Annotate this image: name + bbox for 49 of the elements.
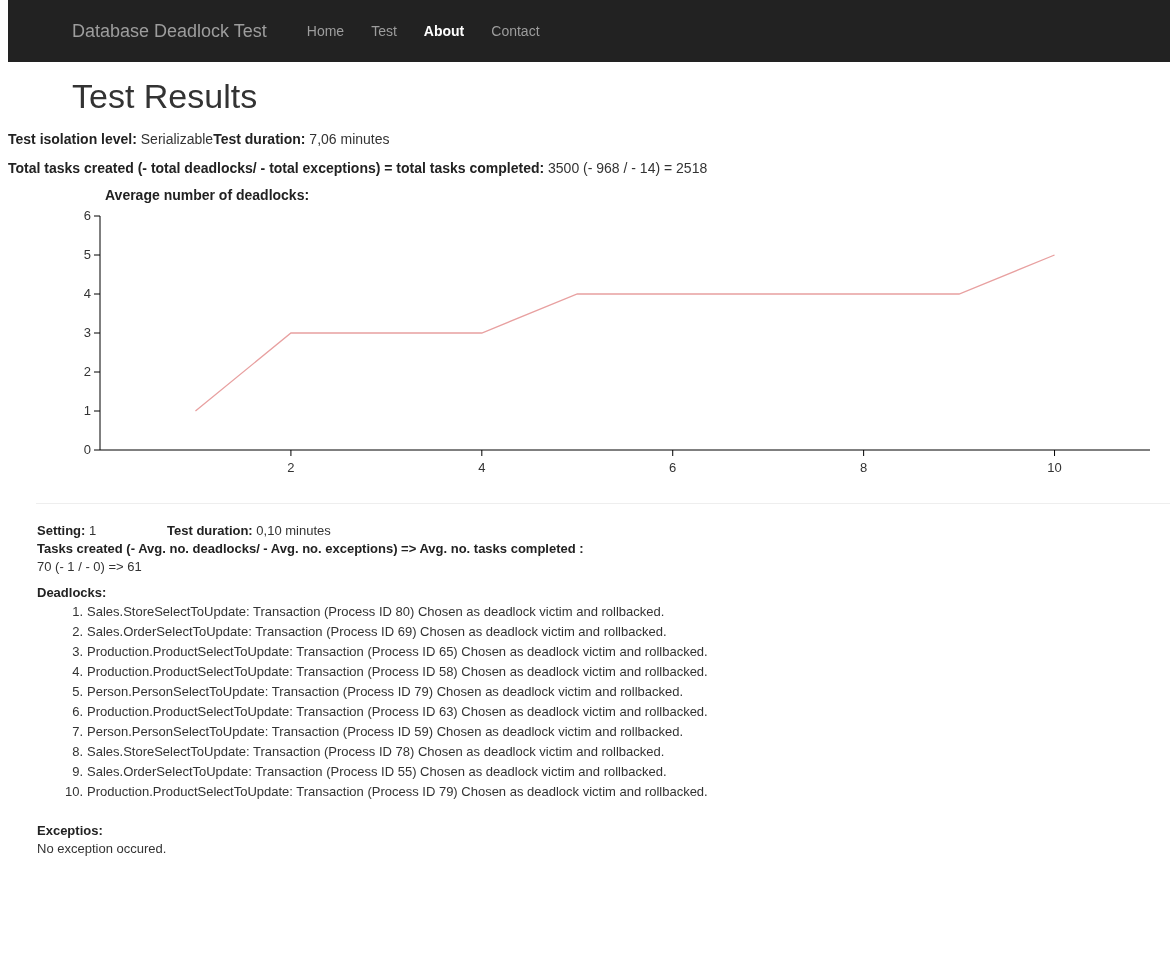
item-number: 1. [71, 603, 84, 622]
nav-link[interactable]: Contact [491, 23, 540, 39]
tasks-value: 70 (- 1 / - 0) => 61 [37, 558, 143, 577]
setting-text: Setting: 1 [37, 522, 98, 541]
tasks-label: Tasks created (- Avg. no. deadlocks/ - Avg. no. exceptions) => Avg. no. tasks completed : [37, 540, 585, 559]
exceptions-text: No exception occured. [37, 840, 168, 859]
item-number: 6. [71, 703, 84, 722]
deadlock-entry: Production.ProductSelectToUpdate: Transaction (Process ID 63) Chosen as deadlock victim and rollbacked. [87, 703, 708, 722]
nav-link[interactable]: Home [306, 23, 345, 39]
test-duration-text: Test duration: 7,06 minutes [213, 131, 390, 148]
tick-label: 3 [83, 325, 91, 341]
tick-label: 10 [1047, 460, 1062, 476]
page-title: Test Results [72, 78, 259, 116]
item-number: 9. [71, 763, 84, 782]
tick-label: 8 [860, 460, 868, 476]
brand-link[interactable]: Database Deadlock Test [72, 20, 267, 42]
tick-label: 4 [478, 460, 486, 476]
tick-label: 6 [669, 460, 677, 476]
totals-text: Total tasks created (- total deadlocks/ - total exceptions) = total tasks completed: 3500 (- 968 / - 14) = 2518 [8, 160, 708, 177]
deadlock-entry: Sales.OrderSelectToUpdate: Transaction (Process ID 55) Chosen as deadlock victim and rollbacked. [87, 763, 667, 782]
deadlock-entry: Production.ProductSelectToUpdate: Transaction (Process ID 58) Chosen as deadlock victim and rollbacked. [87, 663, 708, 682]
item-number: 4. [71, 663, 84, 682]
deadlock-entry: Person.PersonSelectToUpdate: Transaction (Process ID 79) Chosen as deadlock victim and rollbacked. [87, 683, 684, 702]
tick-label: 2 [83, 364, 91, 380]
deadlock-entry: Production.ProductSelectToUpdate: Transaction (Process ID 65) Chosen as deadlock victim and rollbacked. [87, 643, 708, 662]
item-number: 5. [71, 683, 84, 702]
chart-title: Average number of deadlocks: [105, 187, 311, 204]
item-number: 2. [71, 623, 84, 642]
exceptions-heading: Exceptios: [37, 822, 104, 841]
tick-label: 2 [287, 460, 295, 476]
nav-link[interactable]: Test [371, 23, 397, 39]
deadlock-entry: Person.PersonSelectToUpdate: Transaction (Process ID 59) Chosen as deadlock victim and rollbacked. [87, 723, 684, 742]
tick-label: 4 [83, 286, 91, 302]
item-number: 3. [71, 643, 84, 662]
item-number: 10. [63, 783, 84, 802]
deadlock-entry: Production.ProductSelectToUpdate: Transaction (Process ID 79) Chosen as deadlock victim and rollbacked. [87, 783, 708, 802]
nav-link[interactable]: About [423, 23, 465, 39]
deadlock-entry: Sales.StoreSelectToUpdate: Transaction (Process ID 78) Chosen as deadlock victim and rollbacked. [87, 743, 665, 762]
tick-label: 1 [83, 403, 91, 419]
isolation-level-text: Test isolation level: Serializable [8, 131, 214, 148]
setting-duration-text: Test duration: 0,10 minutes [167, 523, 331, 539]
item-number: 7. [71, 723, 84, 742]
tick-label: 6 [83, 208, 91, 224]
deadlocks-heading: Deadlocks: [37, 584, 108, 603]
deadlock-entry: Sales.StoreSelectToUpdate: Transaction (Process ID 80) Chosen as deadlock victim and rollbacked. [87, 603, 665, 622]
item-number: 8. [71, 743, 84, 762]
tick-label: 5 [83, 247, 91, 263]
deadlock-entry: Sales.OrderSelectToUpdate: Transaction (Process ID 69) Chosen as deadlock victim and rollbacked. [87, 623, 667, 642]
tick-label: 0 [83, 442, 91, 458]
